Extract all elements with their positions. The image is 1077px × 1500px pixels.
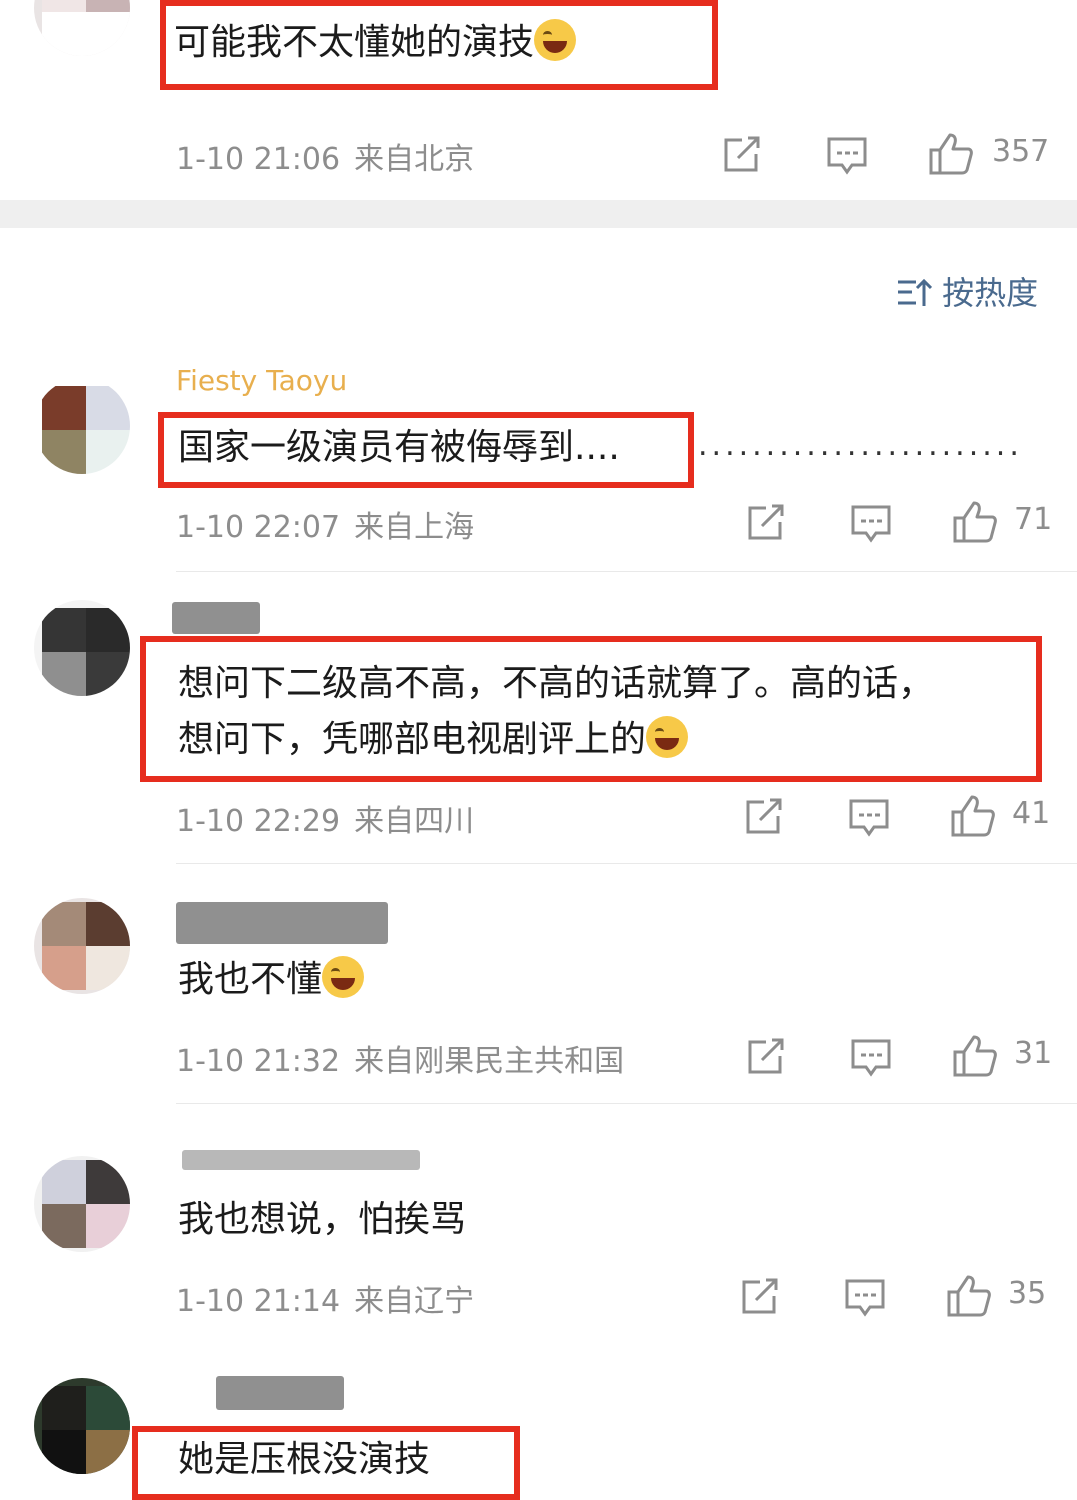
comment-meta: 1-10 21:14 来自辽宁 [176, 1276, 474, 1320]
comment-location: 来自刚果民主共和国 [354, 1044, 625, 1079]
comment-time: 1-10 22:29 [176, 804, 341, 839]
like-count: 357 [992, 134, 1050, 169]
like-icon[interactable] [952, 1034, 998, 1078]
comment-location: 来自上海 [354, 510, 475, 545]
username[interactable]: Fiesty Taoyu [176, 364, 347, 397]
comment-icon[interactable] [850, 1038, 892, 1078]
like-count: 31 [1014, 1036, 1053, 1071]
comment-icon[interactable] [850, 504, 892, 544]
like-icon[interactable] [950, 794, 996, 838]
username[interactable] [172, 602, 260, 634]
comment-time: 1-10 21:32 [176, 1044, 341, 1079]
like-icon[interactable] [928, 132, 974, 176]
like-icon[interactable] [952, 500, 998, 544]
comment-location: 来自四川 [354, 804, 475, 839]
comment-location: 来自辽宁 [354, 1284, 475, 1319]
highlight-box [160, 0, 718, 90]
avatar[interactable] [34, 1378, 130, 1474]
comment-text: 我也想说，怕挨骂 [178, 1199, 467, 1240]
comment-icon[interactable] [826, 136, 868, 176]
username[interactable] [182, 1150, 420, 1170]
highlight-box [140, 636, 1042, 782]
avatar[interactable] [34, 898, 130, 994]
share-icon[interactable] [740, 1278, 780, 1316]
comment-separator [176, 863, 1077, 864]
like-count: 41 [1012, 796, 1051, 831]
comment-meta: 1-10 21:06 来自北京 [176, 134, 474, 178]
trailing-dots: ........................ [698, 428, 1023, 463]
comment-time: 1-10 21:14 [176, 1284, 341, 1319]
share-icon[interactable] [746, 504, 786, 542]
comment-meta: 1-10 21:32 来自刚果民主共和国 [176, 1036, 624, 1080]
comment-icon[interactable] [848, 798, 890, 838]
avatar[interactable] [34, 1156, 130, 1252]
highlight-box [132, 1426, 520, 1500]
sort-icon [898, 278, 933, 306]
laugh-cry-emoji-icon [322, 956, 365, 998]
comment-text: 我也不懂 [178, 952, 365, 1008]
comment-time: 1-10 21:06 [176, 142, 341, 177]
share-icon[interactable] [744, 798, 784, 836]
like-icon[interactable] [946, 1274, 992, 1318]
comment-icon[interactable] [844, 1278, 886, 1318]
like-count: 71 [1014, 502, 1053, 537]
comment-location: 来自北京 [354, 142, 475, 177]
username[interactable] [216, 1376, 344, 1410]
comment-time: 1-10 22:07 [176, 510, 341, 545]
avatar[interactable] [34, 378, 130, 474]
comment-meta: 1-10 22:07 来自上海 [176, 502, 474, 546]
comment-separator [176, 571, 1077, 572]
share-icon[interactable] [722, 136, 762, 174]
like-count: 35 [1008, 1276, 1047, 1311]
comment-separator [176, 1103, 1077, 1104]
sort-by-hot-button[interactable]: 按热度 [896, 268, 1038, 314]
share-icon[interactable] [746, 1038, 786, 1076]
section-divider [0, 200, 1077, 228]
avatar[interactable] [34, 600, 130, 696]
highlight-box [158, 412, 694, 488]
avatar[interactable] [34, 0, 130, 56]
username[interactable] [176, 902, 388, 944]
comment-meta: 1-10 22:29 来自四川 [176, 796, 474, 840]
